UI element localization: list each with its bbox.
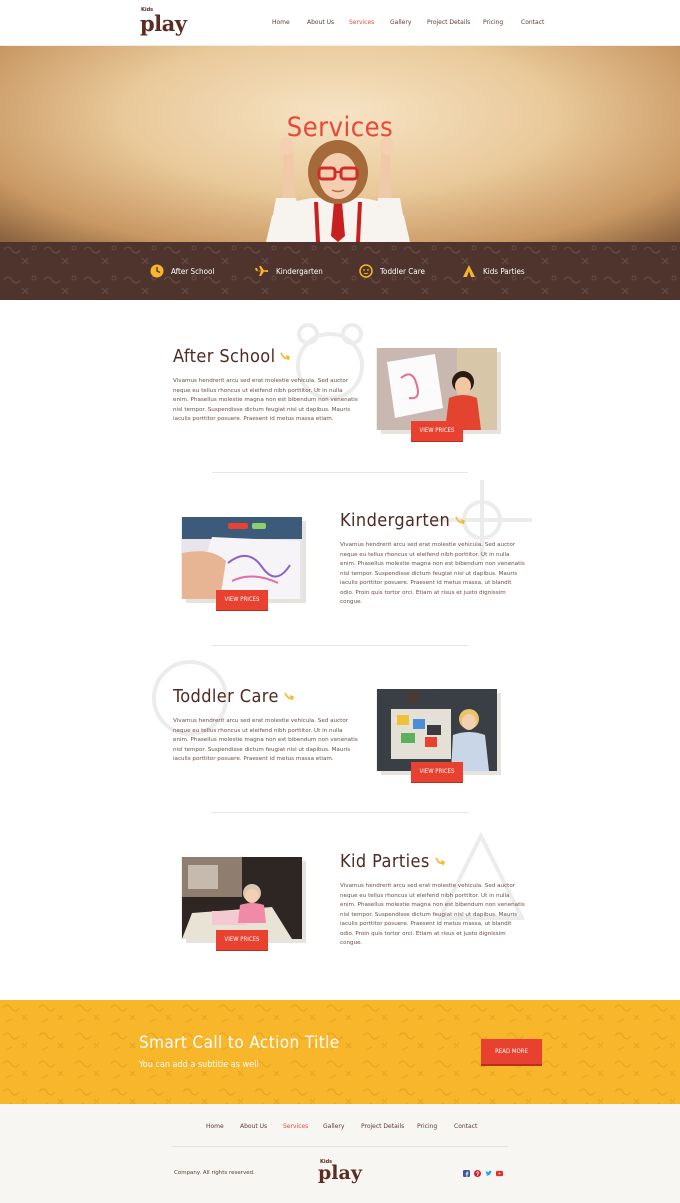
nav-gallery[interactable]: Gallery bbox=[390, 19, 411, 26]
main-nav: Home About Us Services Gallery Project D… bbox=[0, 19, 680, 29]
curved-arrow-icon bbox=[284, 692, 294, 701]
tent-icon bbox=[463, 265, 475, 277]
curved-arrow-icon bbox=[455, 516, 466, 525]
toddler-reading-photo bbox=[182, 857, 302, 939]
kids-playing-photo bbox=[377, 689, 497, 771]
category-kids-parties[interactable]: Kids Parties bbox=[462, 263, 525, 279]
view-prices-button[interactable]: VIEW PRICES bbox=[216, 930, 268, 950]
view-prices-button[interactable]: VIEW PRICES bbox=[411, 421, 463, 441]
view-prices-button[interactable]: VIEW PRICES bbox=[216, 590, 268, 610]
nav-contact[interactable]: Contact bbox=[521, 19, 544, 26]
service-categories-bar: After School Kindergarten Toddler Care K… bbox=[0, 242, 680, 300]
footer-nav-home[interactable]: Home bbox=[206, 1123, 224, 1130]
child-drawing-photo bbox=[377, 348, 497, 430]
pattern-background bbox=[0, 1000, 680, 1104]
social-links bbox=[463, 1170, 503, 1178]
clock-icon bbox=[150, 264, 164, 278]
finger-painting-photo bbox=[182, 517, 302, 599]
footer-nav-project-details[interactable]: Project Details bbox=[361, 1123, 404, 1130]
logo-play-text: play bbox=[318, 1162, 362, 1184]
copyright-text: Company. All rights reserved. bbox=[174, 1170, 255, 1176]
service-after-school: After School Vivamus hendrerit arcu sed … bbox=[173, 346, 358, 425]
footer-nav-about-us[interactable]: About Us bbox=[240, 1123, 267, 1130]
service-description: Vivamus hendrerit arcu sed erat molestie… bbox=[173, 378, 358, 422]
nav-home[interactable]: Home bbox=[272, 19, 290, 26]
section-divider bbox=[212, 812, 468, 813]
nav-services[interactable]: Services bbox=[349, 19, 374, 26]
footer-nav-gallery[interactable]: Gallery bbox=[323, 1123, 344, 1130]
service-photo-kid-parties: VIEW PRICES bbox=[182, 857, 302, 950]
service-title: Kindergarten bbox=[340, 510, 525, 531]
cta-title: Smart Call to Action Title bbox=[139, 1033, 340, 1053]
nav-project-details[interactable]: Project Details bbox=[427, 19, 470, 26]
pattern-background bbox=[0, 242, 680, 300]
curved-arrow-icon bbox=[435, 857, 445, 866]
footer-nav-pricing[interactable]: Pricing bbox=[417, 1123, 437, 1130]
service-photo-toddler-care: VIEW PRICES bbox=[377, 689, 497, 782]
category-label: Kindergarten bbox=[276, 266, 323, 276]
footer-nav: Home About Us Services Gallery Project D… bbox=[0, 1123, 680, 1133]
footer-nav-contact[interactable]: Contact bbox=[454, 1123, 477, 1130]
nav-pricing[interactable]: Pricing bbox=[483, 19, 503, 26]
site-header: Kids play Home About Us Services Gallery… bbox=[0, 0, 680, 46]
service-photo-after-school: VIEW PRICES bbox=[377, 348, 497, 441]
footer-divider bbox=[172, 1146, 508, 1147]
curved-arrow-icon bbox=[280, 352, 291, 361]
service-kindergarten: Kindergarten Vivamus hendrerit arcu sed … bbox=[340, 510, 525, 608]
service-title: After School bbox=[173, 346, 358, 367]
service-toddler-care: Toddler Care Vivamus hendrerit arcu sed … bbox=[173, 686, 358, 765]
category-after-school[interactable]: After School bbox=[150, 263, 214, 279]
hero-banner: Services bbox=[0, 46, 680, 242]
service-kid-parties: Kid Parties Vivamus hendrerit arcu sed e… bbox=[340, 851, 525, 949]
footer-logo[interactable]: Kids play bbox=[318, 1159, 368, 1187]
baby-face-icon bbox=[359, 264, 373, 278]
service-description: Vivamus hendrerit arcu sed erat molestie… bbox=[340, 542, 525, 605]
pinterest-icon[interactable] bbox=[474, 1170, 481, 1177]
read-more-button[interactable]: READ MORE bbox=[481, 1039, 542, 1064]
cta-subtitle: You can add a subtitle as well bbox=[139, 1060, 259, 1070]
category-label: Kids Parties bbox=[483, 266, 525, 276]
view-prices-button[interactable]: VIEW PRICES bbox=[411, 762, 463, 782]
facebook-icon[interactable] bbox=[463, 1170, 470, 1177]
nav-about-us[interactable]: About Us bbox=[307, 19, 334, 26]
footer-nav-services[interactable]: Services bbox=[283, 1123, 308, 1130]
site-footer: Home About Us Services Gallery Project D… bbox=[0, 1104, 680, 1203]
category-label: After School bbox=[171, 266, 215, 276]
section-divider bbox=[212, 472, 468, 473]
call-to-action-banner: Smart Call to Action Title You can add a… bbox=[0, 1000, 680, 1104]
youtube-icon[interactable] bbox=[496, 1170, 503, 1177]
service-title: Toddler Care bbox=[173, 686, 358, 707]
category-kindergarten[interactable]: Kindergarten bbox=[255, 263, 323, 279]
category-toddler-care[interactable]: Toddler Care bbox=[359, 263, 425, 279]
service-description: Vivamus hendrerit arcu sed erat molestie… bbox=[173, 718, 358, 762]
twitter-icon[interactable] bbox=[485, 1170, 492, 1177]
service-photo-kindergarten: VIEW PRICES bbox=[182, 517, 302, 610]
service-description: Vivamus hendrerit arcu sed erat molestie… bbox=[340, 883, 525, 946]
category-label: Toddler Care bbox=[380, 266, 425, 276]
hero-child-image bbox=[266, 137, 410, 242]
section-divider bbox=[212, 645, 468, 646]
service-title: Kid Parties bbox=[340, 851, 525, 872]
airplane-icon bbox=[255, 266, 268, 276]
